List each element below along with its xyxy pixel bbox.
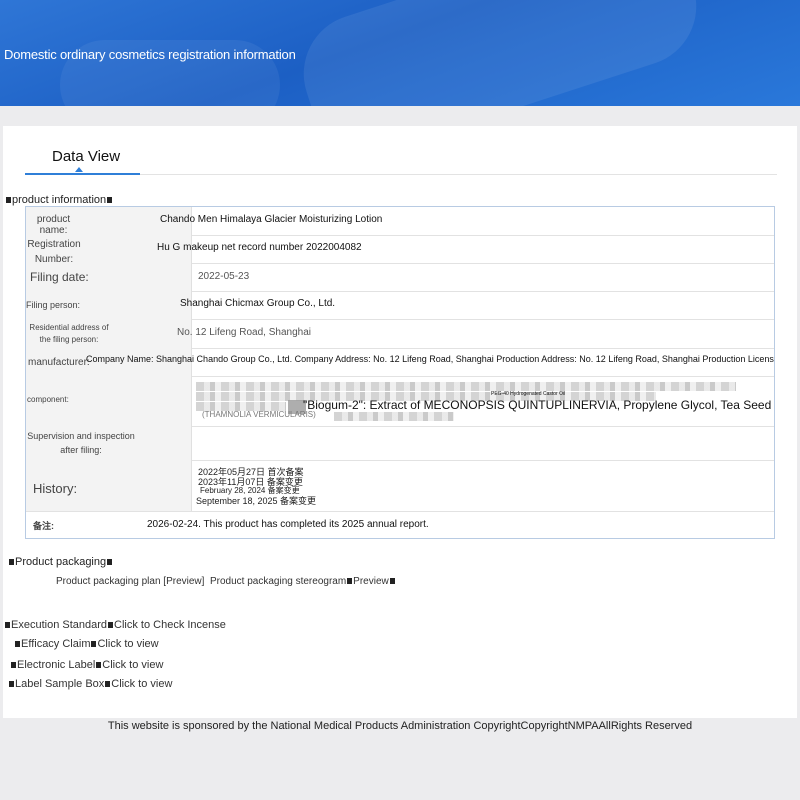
bracket-icon — [107, 559, 113, 566]
electronic-label-link[interactable]: Click to view — [102, 659, 163, 671]
remark-value: 2026-02-24. This product has completed i… — [147, 519, 429, 530]
label-sample-box-label: Label Sample Box — [15, 678, 105, 690]
product-info-table: product name: Chando Men Himalaya Glacie… — [25, 206, 775, 539]
bracket-icon — [107, 197, 113, 204]
component-value: "Biogum-2": Extract of MECONOPSIS QUINTU… — [303, 398, 772, 412]
history-entry: September 18, 2025 备案变更 — [196, 496, 317, 506]
table-row: manufacturer: Company Name: Shanghai Cha… — [26, 348, 774, 377]
tab-indicator-icon — [75, 167, 83, 172]
table-row: Filing date: 2022-05-23 — [26, 263, 774, 292]
header-banner: Domestic ordinary cosmetics registration… — [0, 0, 800, 106]
packaging-plan-link[interactable]: Product packaging plan [Preview] — [56, 576, 204, 587]
table-row: Registration Number: Hu G makeup net rec… — [26, 235, 774, 265]
link-row: Label Sample Box Click to view — [8, 678, 172, 690]
efficacy-claim-label: Efficacy Claim — [21, 638, 91, 650]
table-row: product name: Chando Men Himalaya Glacie… — [26, 207, 774, 236]
section-heading: Product packaging — [15, 556, 107, 568]
link-row: Efficacy Claim Click to view — [14, 638, 159, 650]
tab-bar: Data View — [25, 146, 777, 175]
packaging-links: Product packaging plan [Preview] Product… — [56, 576, 396, 587]
row-label: Residential address of the filing person… — [29, 323, 109, 344]
efficacy-claim-link[interactable]: Click to view — [97, 638, 158, 650]
table-row: Filing person: Shanghai Chicmax Group Co… — [26, 291, 774, 320]
section-product-info: product information — [5, 194, 113, 206]
row-label: Filing date: — [30, 270, 89, 284]
table-row: History: 2022年05月27日 首次备案 2023年11月07日 备案… — [26, 460, 774, 512]
bracket-icon — [91, 641, 97, 648]
electronic-label-label: Electronic Label — [17, 659, 96, 671]
row-label: product name: — [36, 214, 71, 236]
registration-number-value: Hu G makeup net record number 2022004082 — [157, 242, 362, 253]
row-label: manufacturer: — [28, 357, 90, 368]
table-row: component: PEG-40 Hydrogenated Castor Oi… — [26, 376, 774, 427]
component-note: PEG-40 Hydrogenated Castor Oil — [491, 391, 566, 397]
bracket-icon — [9, 559, 14, 566]
bracket-icon — [5, 622, 10, 629]
bracket-icon — [11, 662, 16, 669]
row-label: Filing person: — [26, 300, 81, 310]
manufacturer-value: Company Name: Shanghai Chando Group Co.,… — [86, 354, 774, 364]
address-value: No. 12 Lifeng Road, Shanghai — [177, 327, 311, 338]
filing-person-value: Shanghai Chicmax Group Co., Ltd. — [180, 298, 336, 309]
filing-date-value: 2022-05-23 — [198, 271, 250, 282]
bracket-icon — [6, 197, 11, 204]
link-row: Electronic Label Click to view — [10, 659, 163, 671]
table-row: 备注: 2026-02-24. This product has complet… — [26, 511, 774, 539]
row-label: component: — [27, 395, 69, 404]
bracket-icon — [108, 622, 114, 629]
packaging-stereogram-link[interactable]: Product packaging stereogram — [210, 576, 346, 587]
bracket-icon — [15, 641, 20, 648]
row-label: Supervision and inspection after filing: — [27, 431, 135, 455]
banner-decoration — [288, 0, 712, 106]
bracket-icon — [347, 578, 353, 585]
product-name-value: Chando Men Himalaya Glacier Moisturizing… — [160, 214, 383, 225]
table-row: Residential address of the filing person… — [26, 319, 774, 349]
bracket-icon — [9, 681, 14, 688]
link-row: Execution Standard Click to Check Incense — [4, 619, 226, 631]
section-packaging: Product packaging — [8, 556, 113, 568]
label-sample-box-link[interactable]: Click to view — [111, 678, 172, 690]
row-label: 备注: — [33, 521, 54, 531]
bracket-icon — [389, 578, 395, 585]
preview-link[interactable]: Preview — [353, 576, 389, 587]
page-title: Domestic ordinary cosmetics registration… — [4, 47, 296, 62]
table-row: Supervision and inspection after filing: — [26, 426, 774, 461]
component-latin: (THAMNOLIA VERMICULARIS) — [202, 410, 316, 419]
row-label: History: — [33, 481, 78, 496]
tab-label: Data View — [52, 148, 121, 165]
execution-standard-label: Execution Standard — [11, 619, 108, 631]
bracket-icon — [96, 662, 102, 669]
tab-data-view[interactable]: Data View — [25, 146, 140, 175]
execution-standard-link[interactable]: Click to Check Incense — [114, 619, 226, 631]
bracket-icon — [105, 681, 111, 688]
section-heading: product information — [12, 194, 107, 206]
footer-copyright: This website is sponsored by the Nationa… — [107, 720, 693, 732]
